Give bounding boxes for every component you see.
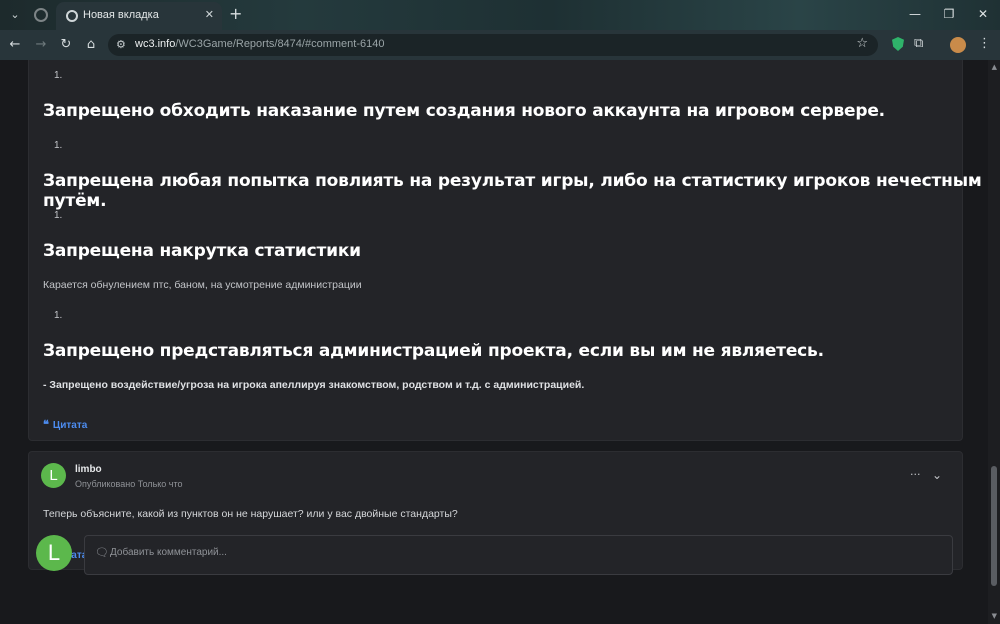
rule-bold-note: - Запрещено воздействие/угроза на игрока… [43, 379, 585, 391]
avatar[interactable]: L [41, 463, 66, 488]
rule-heading: Запрещено представляться администрацией … [43, 341, 824, 361]
chrome-favicon-icon [66, 10, 78, 22]
url-host: wc3.info [135, 38, 176, 50]
maximize-button[interactable]: ❐ [932, 0, 966, 30]
list-marker: 1. [54, 310, 63, 321]
inactive-tab-icon[interactable] [34, 8, 48, 22]
star-icon[interactable]: ☆ [856, 36, 868, 51]
rule-heading: Запрещена любая попытка повлиять на резу… [43, 171, 982, 211]
forward-arrow-icon[interactable]: → [32, 36, 50, 54]
rule-note: Карается обнулением птс, баном, на усмот… [43, 279, 362, 291]
extensions-puzzle-icon[interactable]: ⧉ [914, 36, 923, 51]
comment-meta: Опубликовано Только что [75, 479, 183, 489]
url-text[interactable]: wc3.info/WC3Game/Reports/8474/#comment-6… [135, 38, 384, 50]
url-path: /WC3Game/Reports/8474/#comment-6140 [175, 38, 385, 50]
chevron-down-icon[interactable]: ⌄ [932, 468, 942, 482]
scroll-down-icon[interactable]: ▼ [992, 612, 997, 620]
list-marker: 1. [54, 140, 63, 151]
scroll-up-icon[interactable]: ▲ [992, 63, 997, 71]
menu-dots-icon[interactable]: ⋮ [978, 36, 991, 51]
tab-search-icon[interactable]: ⌄ [6, 6, 24, 24]
list-marker: 1. [54, 210, 63, 221]
window-controls: — ❐ ✕ [898, 0, 1000, 30]
home-icon[interactable]: ⌂ [82, 36, 100, 54]
back-arrow-icon[interactable]: ← [6, 36, 24, 54]
comment-text: Теперь объясните, какой из пунктов он не… [43, 508, 458, 520]
site-info-icon[interactable]: ⚙ [116, 38, 126, 51]
tab-bar: ⌄ Новая вкладка ✕ + — ❐ ✕ [0, 0, 1000, 30]
reply-avatar[interactable]: L [36, 535, 72, 571]
more-options-icon[interactable]: ··· [910, 468, 921, 481]
reload-icon[interactable]: ↻ [57, 36, 75, 54]
comment-bubble-icon: 🗨 [95, 546, 109, 559]
tab-close-icon[interactable]: ✕ [205, 8, 214, 21]
quote-icon: ❝ [43, 418, 49, 431]
add-comment-placeholder: Добавить комментарий... [110, 547, 227, 558]
rule-heading: Запрещена накрутка статистики [43, 241, 361, 261]
comment-author[interactable]: limbo [75, 464, 102, 475]
address-bar[interactable]: ⚙ wc3.info/WC3Game/Reports/8474/#comment… [108, 34, 878, 56]
quote-button[interactable]: ❝ Цитата [43, 418, 87, 431]
new-tab-button[interactable]: + [229, 4, 242, 23]
scrollbar-thumb[interactable] [991, 466, 997, 586]
profile-avatar[interactable] [950, 37, 966, 53]
tab-title: Новая вкладка [83, 9, 159, 21]
tab-active[interactable]: Новая вкладка ✕ [56, 2, 222, 30]
browser-toolbar: ← → ↻ ⌂ ⚙ wc3.info/WC3Game/Reports/8474/… [0, 30, 1000, 60]
rule-heading: Запрещено обходить наказание путем созда… [43, 101, 885, 121]
quote-label: Цитата [52, 420, 88, 431]
list-marker: 1. [54, 70, 63, 81]
minimize-button[interactable]: — [898, 0, 932, 30]
close-window-button[interactable]: ✕ [966, 0, 1000, 30]
